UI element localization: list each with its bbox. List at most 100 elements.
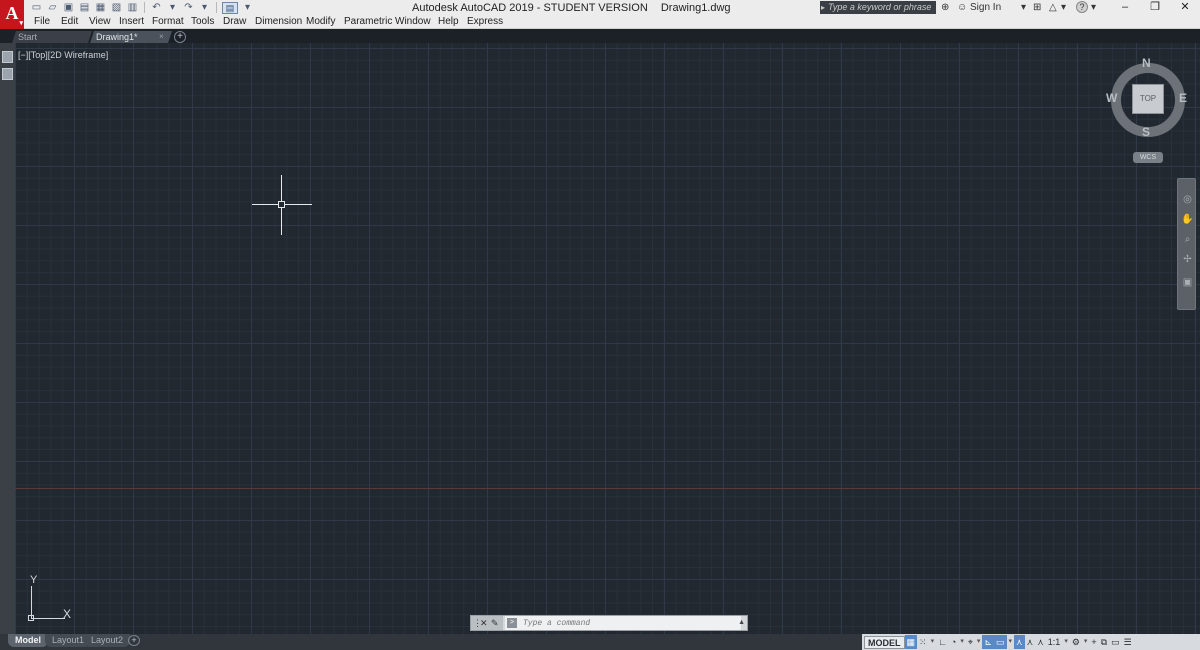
add-layout-button[interactable]: + — [128, 635, 140, 646]
lineweight-icon[interactable]: ▭ — [993, 635, 1007, 649]
undo-icon[interactable]: ↶ — [150, 2, 163, 14]
command-history-dropdown-icon[interactable]: ▲ — [738, 616, 745, 630]
wcs-menu-button[interactable]: WCS — [1133, 152, 1163, 163]
clean-screen-icon[interactable]: ▭ — [1109, 635, 1122, 649]
binoculars-icon[interactable]: ⊕ — [941, 1, 949, 14]
title-bar: ▭ ▱ ▣ ▤ ▦ ▧ ▥ ↶ ▾ ↷ ▾ ▤ ▾ Autodesk AutoC… — [0, 0, 1200, 15]
pan-icon[interactable]: ✋ — [1181, 214, 1194, 226]
open-file-icon[interactable]: ▱ — [46, 2, 59, 14]
help-dropdown-icon[interactable]: ▾ — [1091, 1, 1096, 14]
tab-close-icon[interactable]: × — [159, 31, 164, 43]
close-button[interactable]: ✕ — [1170, 0, 1200, 15]
model-space-button[interactable]: MODEL — [864, 635, 905, 649]
viewport-controls[interactable]: [−][Top][2D Wireframe] — [18, 50, 108, 60]
auto-scale-icon[interactable]: ⋏ — [1025, 635, 1036, 649]
command-input[interactable] — [505, 616, 741, 630]
tab-layout2[interactable]: Layout2 — [84, 634, 131, 647]
minimize-button[interactable]: – — [1110, 0, 1140, 15]
cart-icon[interactable]: ⊞ — [1033, 1, 1041, 14]
menu-modify[interactable]: Modify — [306, 16, 335, 27]
menu-format[interactable]: Format — [152, 16, 184, 27]
snap-dropdown-icon[interactable]: ▾ — [929, 635, 937, 649]
drawing-canvas[interactable] — [15, 43, 1200, 634]
menu-file[interactable]: File — [34, 16, 50, 27]
annotation-scale-icon[interactable]: ⋏ — [1035, 635, 1046, 649]
scale-dropdown-icon[interactable]: ▾ — [1062, 635, 1070, 649]
menu-view[interactable]: View — [89, 16, 111, 27]
plot-icon[interactable]: ▥ — [126, 2, 139, 14]
navigation-bar: ◎ ✋ ⌕ ✢ ▣ — [1177, 178, 1196, 310]
tab-model[interactable]: Model — [8, 634, 48, 647]
redo-dropdown-icon[interactable]: ▾ — [198, 2, 211, 14]
polar-icon[interactable]: ◔ — [949, 635, 958, 649]
compass-south[interactable]: S — [1142, 125, 1150, 139]
menu-draw[interactable]: Draw — [223, 16, 246, 27]
tab-drawing1[interactable]: Drawing1* × — [90, 31, 172, 43]
exchange-icon[interactable]: △ — [1049, 1, 1057, 14]
tab-start[interactable]: Start — [12, 31, 92, 43]
workspace-switch-icon[interactable]: ▤ — [222, 1, 238, 14]
sign-in-button[interactable]: Sign In — [970, 1, 1001, 14]
tab-start-label: Start — [18, 32, 38, 42]
zoom-icon[interactable]: ⌕ — [1181, 234, 1194, 246]
isodraft-dropdown-icon[interactable]: ▾ — [975, 635, 983, 649]
palette-icon[interactable] — [2, 68, 13, 80]
orbit-icon[interactable]: ✢ — [1181, 254, 1194, 266]
menu-help[interactable]: Help — [438, 16, 459, 27]
snap-icon[interactable]: ⁙ — [917, 635, 929, 649]
menu-parametric[interactable]: Parametric — [344, 16, 392, 27]
crosshair-cursor — [252, 175, 312, 235]
workspace-dropdown-icon[interactable]: ▾ — [1082, 635, 1090, 649]
user-icon[interactable]: ☺ — [957, 1, 967, 14]
exchange-dropdown-icon[interactable]: ▾ — [1061, 1, 1066, 14]
close-command-icon[interactable]: ✕ — [480, 616, 488, 630]
plus-icon[interactable]: + — [1089, 635, 1098, 649]
new-tab-button[interactable]: + — [174, 31, 186, 43]
isodraft-icon[interactable]: ⌖ — [966, 635, 975, 649]
menu-express[interactable]: Express — [467, 16, 503, 27]
gear-icon[interactable]: ⚙ — [1070, 635, 1082, 649]
status-bar: MODEL ▦ ⁙ ▾ ∟ ◔ ▾ ⌖ ▾ ⊾ ▭ ▾ ⋏ ⋏ ⋏ 1:1 ▾ … — [862, 634, 1200, 650]
compass-north[interactable]: N — [1142, 56, 1151, 70]
restore-button[interactable]: ❐ — [1140, 0, 1170, 15]
save-icon[interactable]: ▣ — [62, 2, 75, 14]
menu-insert[interactable]: Insert — [119, 16, 144, 27]
lineweight-dropdown-icon[interactable]: ▾ — [1007, 635, 1015, 649]
tab-drawing1-label: Drawing1* — [96, 32, 138, 42]
customize-toolbar-icon[interactable]: ▾ — [241, 2, 254, 14]
grid-icon[interactable]: ▦ — [904, 635, 918, 649]
sign-in-dropdown-icon[interactable]: ▾ — [1021, 1, 1026, 14]
menu-tools[interactable]: Tools — [191, 16, 214, 27]
redo-icon[interactable]: ↷ — [182, 2, 195, 14]
isolate-objects-icon[interactable]: ⧉ — [1099, 635, 1109, 649]
x-axis-line — [15, 488, 1200, 489]
toolbar-separator — [144, 2, 145, 13]
ortho-icon[interactable]: ∟ — [936, 635, 949, 649]
compass-west[interactable]: W — [1106, 91, 1117, 105]
steering-wheel-icon[interactable]: ◎ — [1181, 194, 1194, 206]
customize-wrench-icon[interactable]: ✎ — [491, 616, 499, 630]
polar-dropdown-icon[interactable]: ▾ — [958, 635, 966, 649]
menu-window[interactable]: Window — [395, 16, 431, 27]
menu-edit[interactable]: Edit — [61, 16, 78, 27]
showmotion-icon[interactable]: ▣ — [1181, 277, 1194, 289]
search-input[interactable]: Type a keyword or phrase — [820, 1, 936, 14]
menu-dimension[interactable]: Dimension — [255, 16, 302, 27]
osnap-icon[interactable]: ⊾ — [982, 635, 994, 649]
viewcube[interactable]: TOP N S E W — [1104, 56, 1192, 144]
viewcube-top-face[interactable]: TOP — [1132, 84, 1164, 114]
palette-icon[interactable] — [2, 51, 13, 63]
help-icon[interactable]: ? — [1076, 1, 1088, 13]
open-web-icon[interactable]: ▦ — [94, 2, 107, 14]
new-file-icon[interactable]: ▭ — [30, 2, 43, 14]
application-menu-button[interactable]: A ▾ — [0, 0, 24, 29]
command-prompt-icon[interactable]: > — [507, 618, 517, 628]
window-title: Autodesk AutoCAD 2019 - STUDENT VERSION … — [412, 2, 731, 14]
menu-icon[interactable]: ☰ — [1122, 635, 1134, 649]
annotation-scale-value[interactable]: 1:1 — [1046, 635, 1063, 649]
save-web-icon[interactable]: ▧ — [110, 2, 123, 14]
annotation-visibility-icon[interactable]: ⋏ — [1014, 635, 1025, 649]
save-as-icon[interactable]: ▤ — [78, 2, 91, 14]
undo-dropdown-icon[interactable]: ▾ — [166, 2, 179, 14]
compass-east[interactable]: E — [1179, 91, 1187, 105]
